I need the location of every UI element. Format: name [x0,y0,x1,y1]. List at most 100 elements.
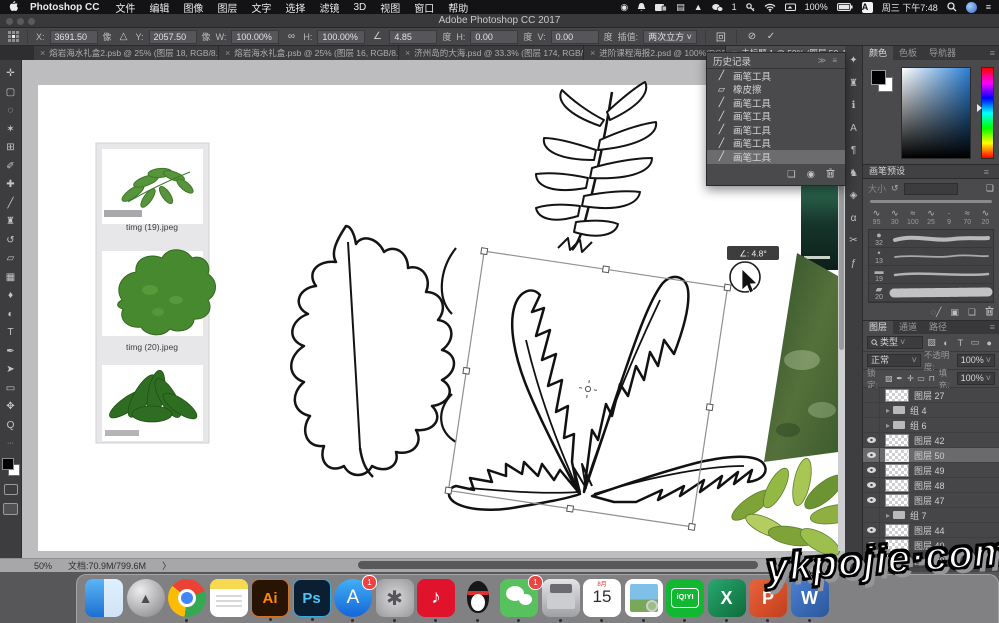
siri-icon[interactable] [966,2,977,13]
menu-app-name[interactable]: Photoshop CC [30,2,99,13]
panel-menu-icon[interactable]: ≡ [990,321,999,334]
filter-shape-icon[interactable]: ▭ [969,337,980,348]
shape-tool[interactable]: ▭ [1,380,21,399]
dock-finder[interactable] [85,579,123,617]
brush-size-input[interactable] [904,183,958,195]
brush-preset-row[interactable]: ●32 [869,230,993,248]
hue-slider[interactable] [981,67,994,159]
dock-excel[interactable]: X [708,579,746,617]
battery-icon[interactable] [837,3,853,11]
layer-thumbnail[interactable] [885,434,909,447]
document-tab[interactable]: × 熔岩海水礼盒2.psb @ 25% (图层 18, RGB/8... [34,46,219,60]
bell-icon[interactable] [637,2,646,12]
menu-help[interactable]: 帮助 [448,0,468,15]
layer-row[interactable]: 图层 47 [863,493,999,508]
tab-color[interactable]: 颜色 [863,46,893,60]
brush-preset-row[interactable]: ▰20 [869,284,993,302]
layer-row-selected[interactable]: 图层 50 [863,448,999,463]
dock-photos[interactable] [625,579,663,617]
zoom-level[interactable]: 50% [34,561,52,571]
menu-file[interactable]: 文件 [115,0,135,15]
layer-row[interactable]: 图层 27 [863,388,999,403]
brush-preset[interactable]: ≈70 [959,207,976,226]
filter-smart-object-icon[interactable]: ● [984,338,995,348]
dock-qq[interactable] [459,579,497,617]
layer-row[interactable]: 图层 49 [863,463,999,478]
chat-bubbles-icon[interactable] [712,3,723,12]
input-method-icon[interactable]: A [862,2,873,13]
lock-artboard-icon[interactable]: ▭ [917,374,925,383]
brush-preset[interactable]: ·9 [941,207,958,226]
brush-preset[interactable]: ∿20 [977,207,994,226]
vertical-scrollbar-thumb[interactable] [839,170,844,350]
close-icon[interactable]: × [405,48,410,58]
tab-navigator[interactable]: 导航器 [923,46,962,60]
status-chevron-icon[interactable]: 〉 [162,559,171,572]
link-dimensions-icon[interactable]: ∞ [284,31,298,42]
brush-preset[interactable]: ∿30 [886,207,903,226]
dock-appstore[interactable]: A1 [334,579,372,617]
layer-row[interactable]: 图层 42 [863,433,999,448]
layer-thumbnail[interactable] [885,449,909,462]
visibility-toggle[interactable] [863,433,880,447]
brush-settings-icon[interactable]: ✦ [849,55,857,66]
visibility-toggle[interactable] [863,403,880,417]
reset-icon[interactable]: ↺ [891,183,899,194]
dock-illustrator[interactable]: Ai [251,579,289,617]
layer-thumbnail[interactable] [885,464,909,477]
document-tab[interactable]: × 熔岩海水礼盒.psb @ 25% (图层 16, RGB/8... [219,46,399,60]
eyedropper-tool[interactable]: ✐ [1,158,21,177]
x-input[interactable]: 3691.50 [50,30,98,44]
clone-source-icon[interactable]: ♜ [849,78,858,89]
pen-tool[interactable]: ✒ [1,343,21,362]
history-step[interactable]: ╱画笔工具 [707,123,845,137]
brush-presets-header[interactable]: 画笔预设 ≡ [863,165,999,179]
tab-channels[interactable]: 通道 [893,321,923,334]
screen-record-icon[interactable]: ◉ [620,2,628,13]
expand-group-icon[interactable]: ▸ [886,406,890,415]
edit-toolbar-button[interactable]: ··· [1,435,21,454]
history-brush-tool[interactable]: ↺ [1,232,21,251]
new-snapshot-button[interactable]: ◉ [807,169,815,180]
filter-image-icon[interactable]: ▨ [926,337,937,348]
hue-slider-handle[interactable] [977,104,982,112]
quick-select-tool[interactable]: ✶ [1,121,21,140]
stamp-panel-icon[interactable]: ♞ [849,168,858,179]
window-close-button[interactable] [6,18,13,25]
drive-stack-icon[interactable]: ▤ [676,2,685,13]
expand-group-icon[interactable]: ▸ [886,511,890,520]
crop-tool[interactable]: ⊞ [1,139,21,158]
dock-netease-music[interactable]: ♪ [417,579,455,617]
menu-image[interactable]: 图像 [183,0,203,15]
tools-panel-icon[interactable]: ✂ [849,235,857,246]
layer-thumbnail[interactable] [885,524,909,537]
dock-chrome[interactable] [168,579,206,617]
window-minimize-button[interactable] [17,18,24,25]
move-tool[interactable]: ✛ [1,65,21,84]
opacity-input[interactable]: 100%˅ [957,354,995,367]
tab-paths[interactable]: 路径 [923,321,953,334]
commit-transform-button[interactable]: ✓ [764,31,778,42]
new-document-from-state-button[interactable]: ❏ [787,169,796,180]
horizontal-scrollbar-thumb[interactable] [358,561,758,569]
layer-thumbnail[interactable] [885,494,909,507]
group-row[interactable]: ▸ 组 4 [863,403,999,418]
type-tool[interactable]: T [1,324,21,343]
panel-menu-icon[interactable]: ≡ [990,46,999,60]
window-zoom-button[interactable] [28,18,35,25]
wifi-icon[interactable] [764,3,776,12]
brush-tool[interactable]: ╱ [1,195,21,214]
layer-kind-filter[interactable]: 类型˅ [867,336,923,349]
warp-mode-button[interactable]: 回 [714,29,728,44]
tab-layers[interactable]: 图层 [863,321,893,334]
menu-type[interactable]: 文字 [251,0,271,15]
fill-input[interactable]: 100%˅ [957,372,995,385]
reference-point-locator[interactable] [8,31,19,42]
visibility-toggle[interactable] [863,478,880,492]
menu-3d[interactable]: 3D [353,2,366,13]
delta-icon[interactable]: △ [117,31,131,42]
screen-mode-button[interactable] [3,503,18,515]
clone-stamp-tool[interactable]: ♜ [1,213,21,232]
close-icon[interactable]: × [590,48,595,58]
layer-thumbnail[interactable] [885,479,909,492]
